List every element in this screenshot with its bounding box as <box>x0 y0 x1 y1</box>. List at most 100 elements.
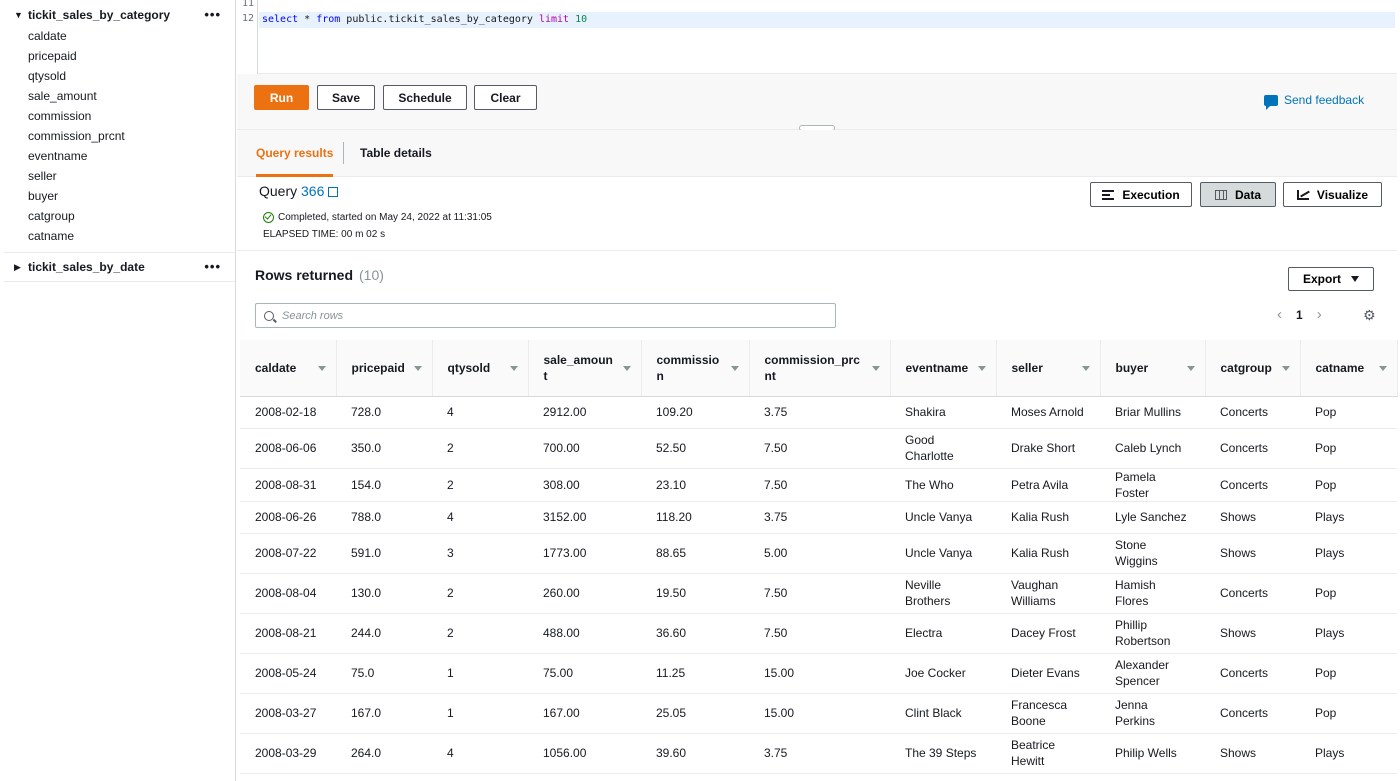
send-feedback-link[interactable]: Send feedback <box>1264 93 1364 110</box>
cell-eventname: Electra <box>890 613 996 654</box>
column-header-label: qtysold <box>447 360 491 375</box>
search-rows[interactable] <box>255 303 836 328</box>
sidebar-column-catgroup[interactable]: catgroup <box>28 206 235 226</box>
table-node-tickit-sales-by-category[interactable]: ▼ tickit_sales_by_category ••• <box>4 4 235 26</box>
column-header-sale-amount[interactable]: sale_amount <box>528 340 642 397</box>
elapsed-time: ELAPSED TIME: 00 m 02 s <box>263 229 386 240</box>
column-header-commission[interactable]: commission <box>641 340 750 397</box>
column-header-label: pricepaid <box>351 360 405 375</box>
more-options-icon[interactable]: ••• <box>204 8 221 21</box>
cell-catname: Pop <box>1300 653 1397 694</box>
search-input[interactable] <box>282 309 802 322</box>
cell-caldate: 2008-06-06 <box>240 428 336 469</box>
column-header-qtysold[interactable]: qtysold <box>432 340 529 397</box>
status-text: Completed, started on May 24, 2022 at 11… <box>278 212 492 223</box>
cell-qtysold: 2 <box>432 573 528 614</box>
cell-qtysold: 4 <box>432 733 528 774</box>
cell-pricepaid: 788.0 <box>336 501 432 534</box>
clear-button[interactable]: Clear <box>474 85 537 110</box>
execution-button[interactable]: Execution <box>1090 182 1192 207</box>
current-page[interactable]: 1 <box>1296 308 1303 322</box>
column-header-seller[interactable]: seller <box>996 340 1101 397</box>
sidebar-column-buyer[interactable]: buyer <box>28 186 235 206</box>
caret-right-icon[interactable]: ▶ <box>14 262 28 273</box>
sidebar-column-seller[interactable]: seller <box>28 166 235 186</box>
cell-commission: 118.20 <box>641 501 749 534</box>
table-row[interactable]: 2008-03-29 264.0 4 1056.00 39.60 3.75 The 39 S… <box>240 733 1397 774</box>
table-node-tickit-sales-by-date[interactable]: ▶ tickit_sales_by_date ••• <box>4 256 235 278</box>
column-header-catname[interactable]: catname <box>1300 340 1398 397</box>
table-header-row: caldate pricepaid qtysold sale_amount commis… <box>240 340 1398 397</box>
sidebar-column-catname[interactable]: catname <box>28 226 235 246</box>
column-header-label: buyer <box>1115 360 1149 375</box>
tab-table-details[interactable]: Table details <box>360 130 432 177</box>
table-row[interactable]: 2008-08-21 244.0 2 488.00 36.60 7.50 Electra Da… <box>240 613 1397 654</box>
cell-commission: 11.25 <box>641 653 749 694</box>
code-line[interactable]: select * from public.tickit_sales_by_cat… <box>259 12 1395 28</box>
sort-caret-icon[interactable] <box>1378 365 1387 371</box>
cell-commission: 25.05 <box>641 693 749 734</box>
sort-caret-icon[interactable] <box>317 365 326 371</box>
cell-pricepaid: 591.0 <box>336 533 432 574</box>
table-row[interactable]: 2008-06-06 350.0 2 700.00 52.50 7.50 Good Char… <box>240 428 1397 469</box>
more-options-icon[interactable]: ••• <box>204 260 221 273</box>
sort-caret-icon[interactable] <box>1281 365 1290 371</box>
chevron-right-icon[interactable]: › <box>1317 306 1322 323</box>
column-header-caldate[interactable]: caldate <box>240 340 337 397</box>
cell-commission: 23.10 <box>641 468 749 502</box>
sort-caret-icon[interactable] <box>1081 365 1090 371</box>
column-header-pricepaid[interactable]: pricepaid <box>336 340 433 397</box>
sidebar-column-commission[interactable]: commission <box>28 106 235 126</box>
table-row[interactable]: 2008-02-18 728.0 4 2912.00 109.20 3.75 Shakira… <box>240 396 1397 429</box>
export-button[interactable]: Export <box>1288 267 1374 291</box>
sort-caret-icon[interactable] <box>509 365 518 371</box>
sidebar-column-sale-amount[interactable]: sale_amount <box>28 86 235 106</box>
sort-caret-icon[interactable] <box>622 365 631 371</box>
cell-catgroup: Shows <box>1205 533 1300 574</box>
keyword-limit: limit <box>538 14 570 25</box>
sidebar-column-eventname[interactable]: eventname <box>28 146 235 166</box>
sort-caret-icon[interactable] <box>977 365 986 371</box>
tab-query-results[interactable]: Query results <box>256 130 334 177</box>
cell-catgroup: Concerts <box>1205 653 1300 694</box>
sort-caret-icon[interactable] <box>871 365 880 371</box>
table-row[interactable]: 2008-08-04 130.0 2 260.00 19.50 7.50 Neville B… <box>240 573 1397 614</box>
table-row[interactable]: 2008-07-22 591.0 3 1773.00 88.65 5.00 Uncle Va… <box>240 533 1397 574</box>
table-row[interactable]: 2008-05-24 75.0 1 75.00 11.25 15.00 Joe Cocker… <box>240 653 1397 694</box>
cell-eventname: Shakira <box>890 396 996 429</box>
cell-eventname: The Who <box>890 468 996 502</box>
sidebar-column-commission-prcnt[interactable]: commission_prcnt <box>28 126 235 146</box>
save-button[interactable]: Save <box>317 85 375 110</box>
cell-caldate: 2008-06-26 <box>240 501 336 534</box>
gear-icon[interactable]: ⚙ <box>1363 307 1376 324</box>
table-row[interactable]: 2008-08-31 154.0 2 308.00 23.10 7.50 The Who Pe… <box>240 468 1397 502</box>
cell-eventname: Good Charlotte <box>890 428 996 469</box>
sidebar-column-qtysold[interactable]: qtysold <box>28 66 235 86</box>
sort-caret-icon[interactable] <box>730 365 739 371</box>
column-header-eventname[interactable]: eventname <box>890 340 997 397</box>
caret-down-icon[interactable]: ▼ <box>14 10 28 20</box>
table-row[interactable]: 2008-03-27 167.0 1 167.00 25.05 15.00 Clint Bl… <box>240 693 1397 734</box>
run-button[interactable]: Run <box>254 85 309 110</box>
sql-editor[interactable]: 11 12 select * from public.tickit_sales_… <box>237 0 1397 74</box>
cell-pricepaid: 167.0 <box>336 693 432 734</box>
column-header-label: caldate <box>255 360 297 375</box>
sidebar-column-caldate[interactable]: caldate <box>28 26 235 46</box>
data-button[interactable]: Data <box>1200 182 1276 207</box>
chevron-left-icon[interactable]: ‹ <box>1277 306 1282 323</box>
column-header-buyer[interactable]: buyer <box>1100 340 1206 397</box>
table-row[interactable]: 2008-06-26 788.0 4 3152.00 118.20 3.75 Uncle V… <box>240 501 1397 534</box>
query-label: Query <box>259 183 298 199</box>
visualize-button[interactable]: Visualize <box>1283 182 1382 207</box>
query-id-link[interactable]: 366 <box>301 183 324 199</box>
column-header-commission-prcnt[interactable]: commission_prcnt <box>749 340 891 397</box>
column-header-catgroup[interactable]: catgroup <box>1205 340 1301 397</box>
cell-sale-amount: 488.00 <box>528 613 641 654</box>
sidebar-column-pricepaid[interactable]: pricepaid <box>28 46 235 66</box>
sort-caret-icon[interactable] <box>1186 365 1195 371</box>
cell-caldate: 2008-05-24 <box>240 653 336 694</box>
sort-caret-icon[interactable] <box>413 365 422 371</box>
schedule-button[interactable]: Schedule <box>383 85 467 110</box>
external-link-icon[interactable] <box>328 187 339 197</box>
cell-caldate: 2008-03-27 <box>240 693 336 734</box>
